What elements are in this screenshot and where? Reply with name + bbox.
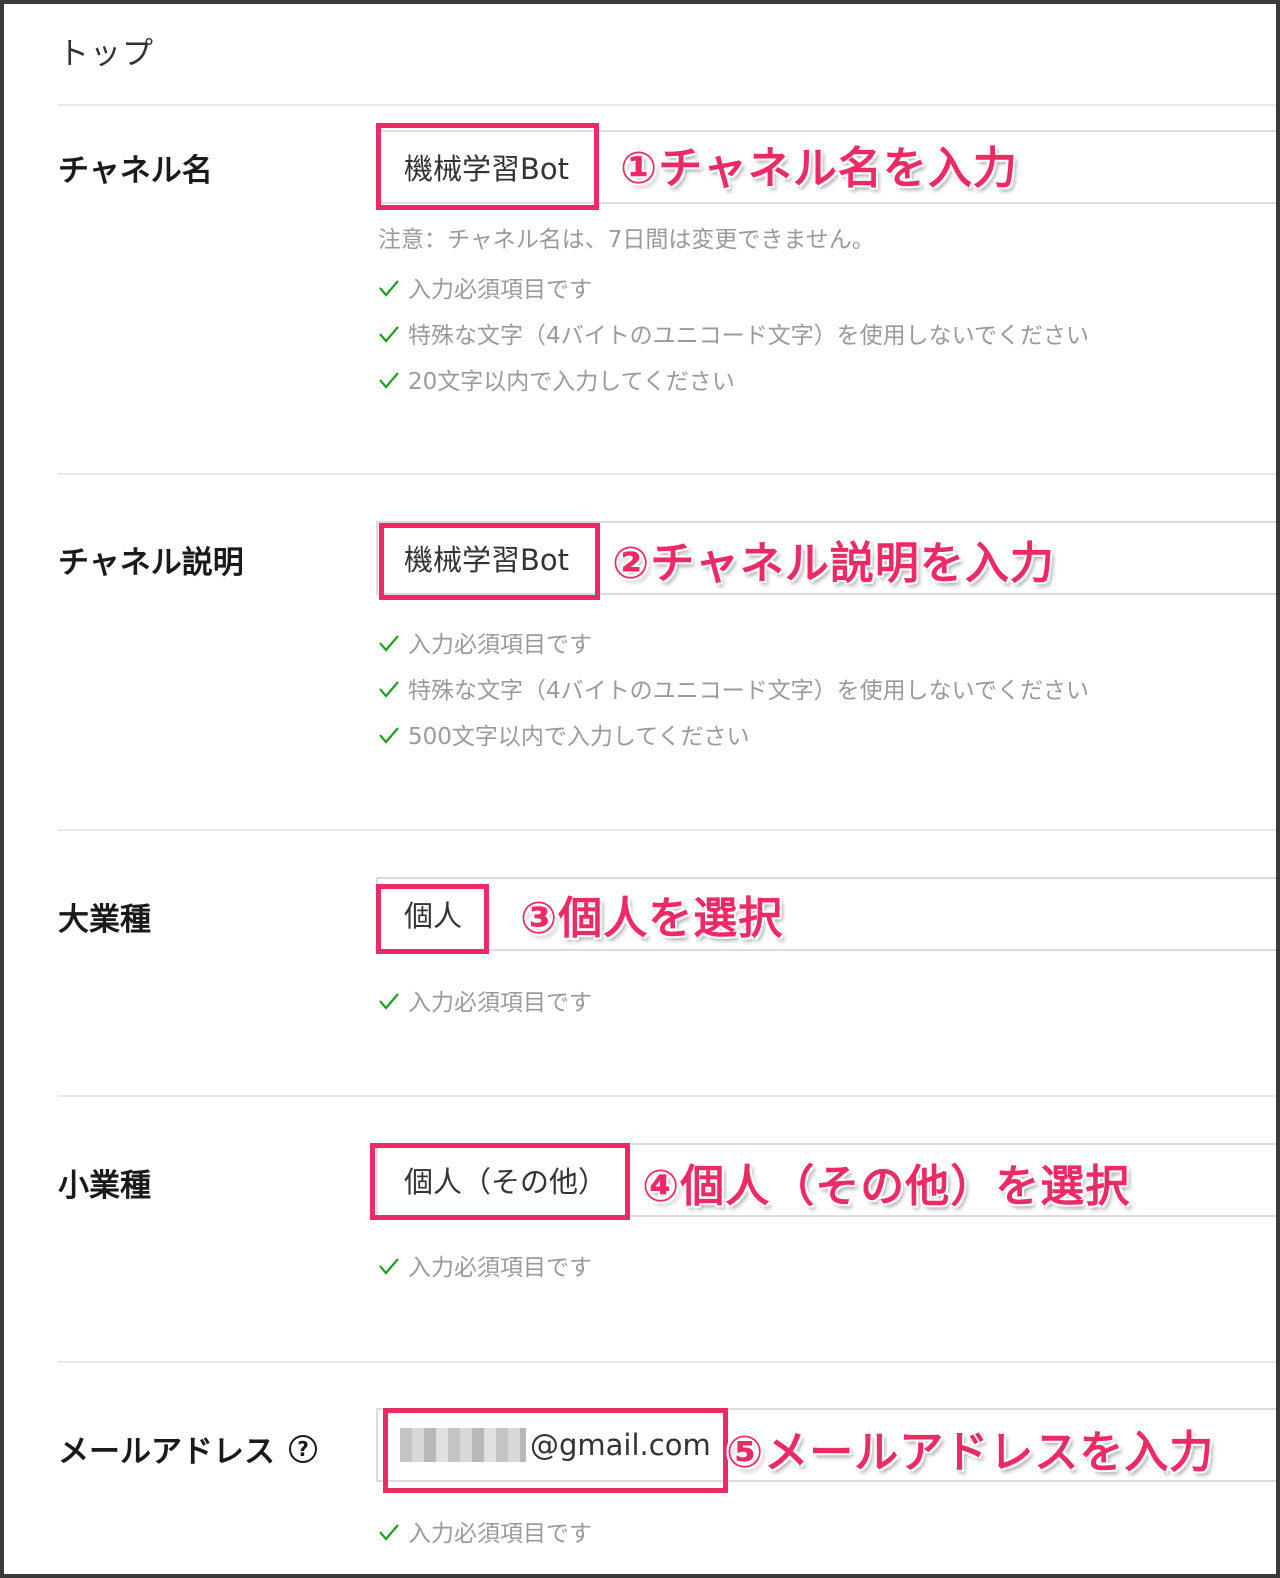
validation-rule: 入力必須項目です bbox=[378, 1242, 592, 1288]
validation-rule: 特殊な文字（4バイトのユニコード文字）を使用しないでください bbox=[378, 310, 1089, 356]
channel-description-rules: 入力必須項目です 特殊な文字（4バイトのユニコード文字）を使用しないでください … bbox=[378, 619, 1089, 757]
validation-rule: 入力必須項目です bbox=[378, 264, 1089, 310]
major-industry-annotation: ③個人を選択 bbox=[520, 893, 784, 944]
minor-industry-rules: 入力必須項目です bbox=[378, 1242, 592, 1288]
validation-rule: 特殊な文字（4バイトのユニコード文字）を使用しないでください bbox=[378, 665, 1089, 711]
channel-description-label: チャネル説明 bbox=[58, 545, 244, 581]
email-label-text: メールアドレス bbox=[58, 1434, 275, 1470]
check-icon bbox=[379, 727, 399, 744]
channel-name-annotation: ①チャネル名を入力 bbox=[620, 143, 1018, 194]
check-icon bbox=[379, 1258, 399, 1275]
major-industry-rules: 入力必須項目です bbox=[378, 977, 592, 1023]
channel-description-highlight bbox=[379, 523, 600, 600]
validation-rule: 入力必須項目です bbox=[378, 977, 592, 1023]
validation-rule: 20文字以内で入力してください bbox=[378, 356, 1089, 402]
major-industry-label: 大業種 bbox=[58, 902, 151, 938]
email-annotation: ⑤メールアドレスを入力 bbox=[726, 1427, 1215, 1478]
breadcrumb[interactable]: トップ bbox=[58, 28, 154, 73]
email-highlight bbox=[383, 1408, 728, 1493]
check-icon bbox=[379, 280, 399, 297]
validation-rule: 入力必須項目です bbox=[378, 619, 1089, 665]
divider bbox=[58, 1095, 1276, 1097]
channel-name-rules: 入力必須項目です 特殊な文字（4バイトのユニコード文字）を使用しないでください … bbox=[378, 264, 1089, 402]
settings-form-panel: トップ チャネル名 機械学習Bot ①チャネル名を入力 注意：チャネル名は、7日… bbox=[0, 0, 1280, 1578]
minor-industry-label: 小業種 bbox=[58, 1168, 151, 1204]
validation-rule: 入力必須項目です bbox=[378, 1508, 592, 1554]
email-rules: 入力必須項目です bbox=[378, 1508, 592, 1554]
check-icon bbox=[379, 1524, 399, 1541]
minor-industry-highlight bbox=[370, 1143, 630, 1220]
check-icon bbox=[379, 372, 399, 389]
channel-name-label: チャネル名 bbox=[58, 153, 213, 189]
channel-description-annotation: ②チャネル説明を入力 bbox=[612, 538, 1055, 589]
channel-name-highlight bbox=[376, 123, 599, 210]
check-icon bbox=[379, 326, 399, 343]
validation-rule: 500文字以内で入力してください bbox=[378, 711, 1089, 757]
question-circle-icon[interactable]: ? bbox=[289, 1434, 317, 1463]
major-industry-select[interactable]: 個人 bbox=[376, 877, 1276, 951]
divider bbox=[58, 1361, 1276, 1363]
check-icon bbox=[379, 993, 399, 1010]
divider bbox=[58, 473, 1276, 475]
divider bbox=[58, 104, 1276, 106]
check-icon bbox=[379, 681, 399, 698]
major-industry-highlight bbox=[376, 884, 489, 954]
minor-industry-annotation: ④個人（その他）を選択 bbox=[642, 1161, 1131, 1212]
channel-name-note: 注意：チャネル名は、7日間は変更できません。 bbox=[378, 227, 875, 253]
email-label: メールアドレス ? bbox=[58, 1426, 317, 1471]
divider bbox=[58, 829, 1276, 831]
check-icon bbox=[379, 635, 399, 652]
